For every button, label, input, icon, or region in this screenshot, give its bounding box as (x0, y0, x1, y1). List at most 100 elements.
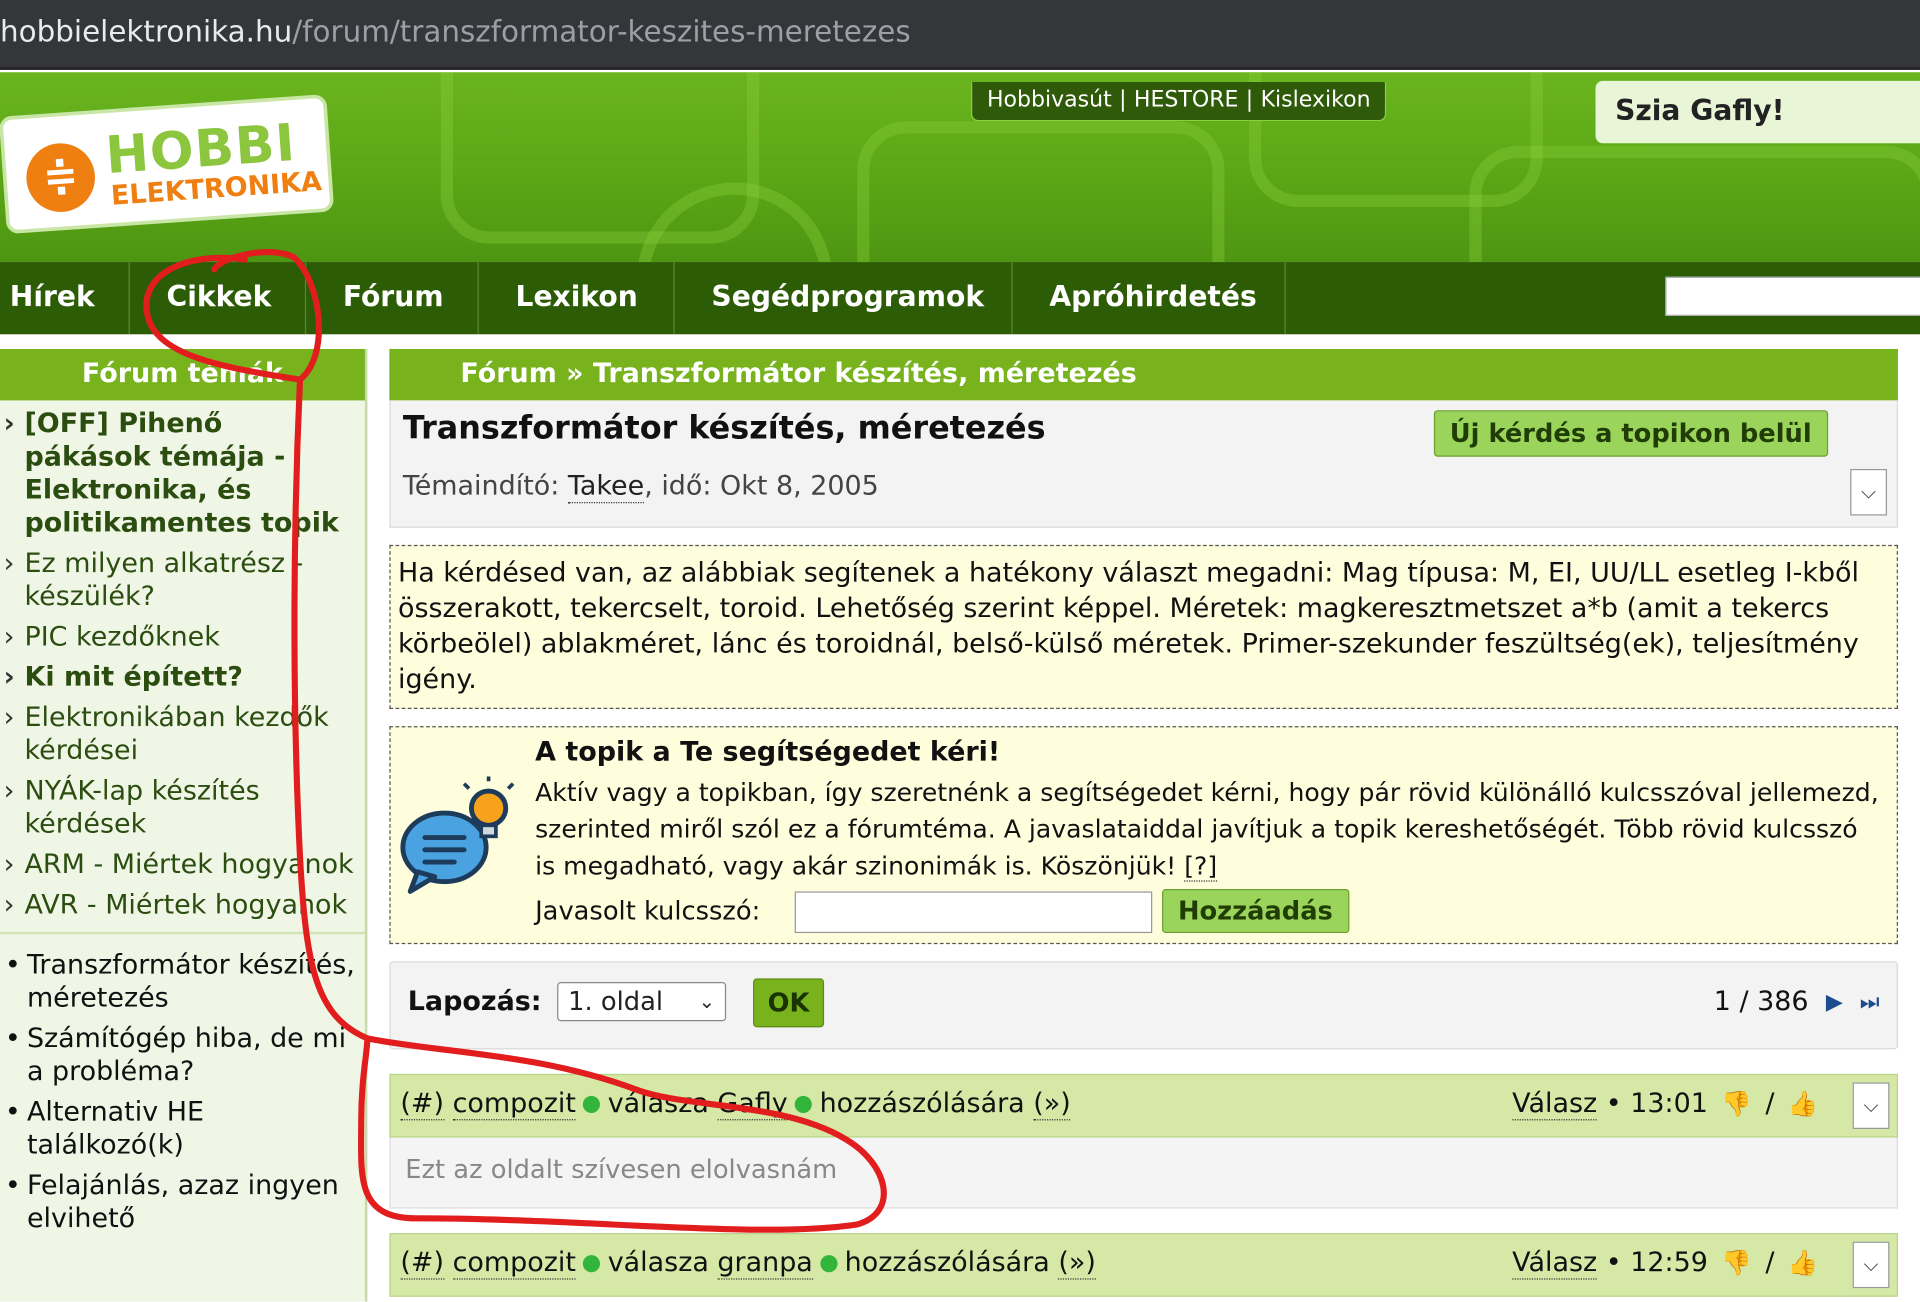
nav-item-aprohirdetes[interactable]: Apróhirdetés (1013, 262, 1286, 335)
post-quote-link[interactable]: (») (1058, 1247, 1096, 1280)
sidebar-recent-topic[interactable]: Számítógép hiba, de mi a probléma? (0, 1022, 365, 1088)
sidebar: Fórum témák [OFF] Pihenő pákások témája … (0, 348, 368, 1302)
nav-item-hirek[interactable]: Hírek (0, 262, 130, 335)
top-link-separator: | (1119, 86, 1127, 113)
thumbs-down-icon[interactable]: 👎 (1721, 1089, 1751, 1118)
chevron-down-icon: ⌄ (698, 989, 716, 1013)
sidebar-recent-list: Transzformátor készítés, méretezés Számí… (0, 949, 365, 1236)
sidebar-recent-topic[interactable]: Felajánlás, azaz ingyen elvihető (0, 1169, 365, 1235)
reply-link[interactable]: Válasz (1512, 1088, 1598, 1121)
top-links: Hobbivasút | HESTORE | Kislexikon (971, 82, 1387, 122)
nav-item-forum[interactable]: Fórum (306, 262, 479, 335)
url-path: /forum/transzformator-keszites-meretezes (292, 14, 911, 49)
topic-author-link[interactable]: Takee (567, 471, 645, 504)
new-question-button[interactable]: Új kérdés a topikon belül (1433, 410, 1828, 457)
top-link-hestore[interactable]: HESTORE (1134, 87, 1239, 113)
page-select[interactable]: 1. oldal ⌄ (557, 982, 727, 1022)
chevron-down-icon[interactable]: ⌵ (1850, 468, 1887, 516)
top-link-hobbivasut[interactable]: Hobbivasút (987, 87, 1112, 113)
post-mid-text: válasza (607, 1247, 709, 1279)
post-reply-to-link[interactable]: granpa (717, 1247, 813, 1280)
top-link-kislexikon[interactable]: Kislexikon (1261, 87, 1371, 113)
bullet-separator: • (1605, 1247, 1622, 1279)
keyword-label: Javasolt kulcsszó: (535, 896, 761, 926)
post-body: Ezt az oldalt szívesen elolvasnám (389, 1137, 1898, 1209)
sidebar-topic[interactable]: ARM - Miértek hogyanok (0, 849, 365, 882)
logo-emblem-icon: ≑ (24, 141, 98, 215)
topic-meta-prefix: Témaindító: (402, 471, 568, 503)
post-time: 13:01 (1630, 1088, 1708, 1120)
thumbs-up-icon[interactable]: 👍 (1788, 1248, 1818, 1277)
post-header-left: (#) compozit válasza granpa hozzászólására… (400, 1247, 1096, 1280)
bullet-separator: • (1605, 1088, 1622, 1120)
help-text: Aktív vagy a topikban, így szeretnénk a … (535, 774, 1882, 884)
sidebar-topic[interactable]: Ez milyen alkatrész - készülék? (0, 547, 365, 613)
speech-bubble-lightbulb-icon (400, 776, 515, 894)
online-status-icon (795, 1095, 813, 1114)
help-title: A topik a Te segítségedet kéri! (535, 737, 1001, 768)
sidebar-topic[interactable]: PIC kezdőknek (0, 621, 365, 654)
next-page-icon[interactable]: ▶ (1826, 989, 1843, 1015)
post-header: (#) compozit válasza granpa hozzászólására… (389, 1233, 1898, 1297)
page: hobbielektronika.hu/forum/transzformator… (0, 0, 1920, 1302)
sidebar-topic[interactable]: Ki mit épített? (0, 661, 365, 694)
help-link[interactable]: [?] (1184, 851, 1218, 882)
add-keyword-button[interactable]: Hozzáadás (1162, 888, 1349, 934)
post-author-link[interactable]: compozit (452, 1088, 576, 1121)
site-banner: ≑ HOBBI ELEKTRONIKA Hobbivasút | HESTORE | K… (0, 72, 1920, 263)
sidebar-recent-topic[interactable]: Alternativ HE találkozó(k) (0, 1096, 365, 1162)
sidebar-divider (0, 931, 365, 935)
post-suffix-text: hozzászólására (819, 1088, 1025, 1120)
sidebar-topic[interactable]: NYÁK-lap készítés kérdések (0, 775, 365, 841)
thumbs-down-icon[interactable]: 👎 (1721, 1248, 1751, 1277)
topic-header: Transzformátor készítés, méretezés Témai… (389, 400, 1898, 528)
keyword-input[interactable] (794, 891, 1153, 934)
keyword-help-box: A topik a Te segítségedet kéri! Aktív va… (389, 726, 1898, 945)
sidebar-title: Fórum témák (0, 348, 365, 401)
post-author-link[interactable]: compozit (452, 1247, 576, 1280)
last-page-icon[interactable]: ⏭ (1860, 989, 1880, 1015)
post-header: (#) compozit válasza Gafly hozzászólására … (389, 1073, 1898, 1138)
page-count: 1 / 386 (1713, 986, 1809, 1018)
post-mid-text: válasza (607, 1088, 709, 1120)
url-host: hobbielektronika.hu (0, 14, 293, 49)
post-suffix-text: hozzászólására (844, 1247, 1050, 1279)
sidebar-topic[interactable]: [OFF] Pihenő pákások témája - Elektronik… (0, 408, 365, 540)
topic-meta-date: , idő: Okt 8, 2005 (644, 471, 879, 503)
address-text[interactable]: hobbielektronika.hu/forum/transzformator… (0, 15, 911, 49)
reply-link[interactable]: Válasz (1512, 1247, 1598, 1280)
browser-url-bar[interactable]: hobbielektronika.hu/forum/transzformator… (0, 0, 1920, 70)
page-select-value: 1. oldal (568, 986, 663, 1017)
post-time: 12:59 (1630, 1247, 1708, 1279)
page-title: Transzformátor készítés, méretezés (402, 410, 1046, 447)
site-logo[interactable]: ≑ HOBBI ELEKTRONIKA (0, 94, 335, 235)
nav-item-cikkek[interactable]: Cikkek (130, 262, 307, 335)
online-status-icon (583, 1255, 601, 1273)
forum-post: (#) compozit válasza Gafly hozzászólására … (389, 1073, 1898, 1209)
post-anchor-link[interactable]: (#) (400, 1088, 445, 1121)
post-anchor-link[interactable]: (#) (400, 1247, 445, 1280)
user-greeting[interactable]: Szia Gafly! (1595, 80, 1920, 144)
pagination-bar: Lapozás: 1. oldal ⌄ OK 1 / 386 ▶ ⏭ (389, 961, 1898, 1050)
nav-item-lexikon[interactable]: Lexikon (479, 262, 675, 335)
breadcrumb: Fórum » Transzformátor készítés, méretez… (389, 348, 1898, 401)
post-header-right: Válasz • 13:01 👎 / 👍 (1512, 1088, 1823, 1121)
post-reply-to-link[interactable]: Gafly (717, 1088, 788, 1121)
chevron-down-icon[interactable]: ⌵ (1852, 1241, 1890, 1289)
sidebar-recent-topic[interactable]: Transzformátor készítés, méretezés (0, 949, 365, 1015)
main-content: Fórum » Transzformátor készítés, méretez… (389, 348, 1898, 1297)
online-status-icon (820, 1255, 838, 1273)
search-input[interactable] (1665, 276, 1920, 316)
thumbs-up-icon[interactable]: 👍 (1788, 1089, 1818, 1118)
sidebar-topic[interactable]: Elektronikában kezdők kérdései (0, 702, 365, 768)
sidebar-topic[interactable]: AVR - Miértek hogyanok (0, 889, 365, 922)
pagination-label: Lapozás: (407, 986, 542, 1018)
vote-separator: / (1765, 1247, 1775, 1279)
chevron-down-icon[interactable]: ⌵ (1852, 1082, 1890, 1129)
post-header-left: (#) compozit válasza Gafly hozzászólására … (400, 1088, 1071, 1121)
pagination-ok-button[interactable]: OK (753, 978, 825, 1028)
sidebar-topic-list: [OFF] Pihenő pákások témája - Elektronik… (0, 400, 365, 922)
nav-item-segedprogramok[interactable]: Segédprogramok (675, 262, 1013, 335)
main-nav: Hírek Cikkek Fórum Lexikon Segédprogramo… (0, 262, 1920, 335)
post-quote-link[interactable]: (») (1033, 1088, 1071, 1121)
